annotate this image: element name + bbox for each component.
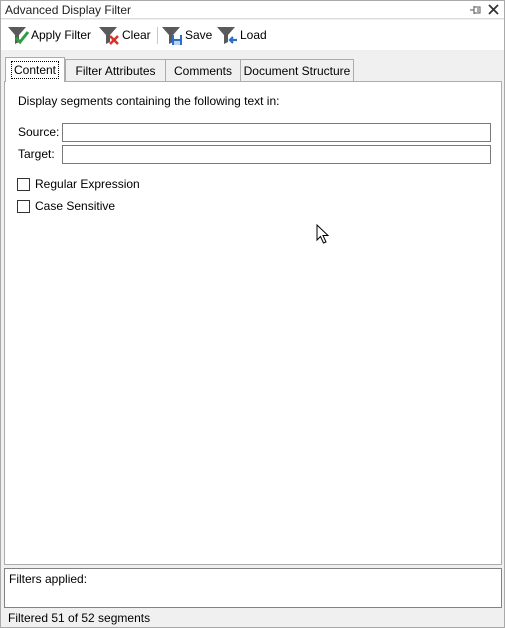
filter-clear-icon — [99, 27, 119, 45]
regex-label: Regular Expression — [35, 177, 140, 191]
tab-content-label: Content — [10, 61, 60, 79]
tab-comments[interactable]: Comments — [165, 59, 241, 82]
filters-applied-box: Filters applied: — [4, 568, 502, 608]
tab-content[interactable]: Content — [5, 57, 65, 82]
window-title: Advanced Display Filter — [5, 3, 132, 17]
case-sensitive-checkbox[interactable] — [17, 199, 30, 213]
intro-text: Display segments containing the followin… — [18, 94, 280, 108]
load-label: Load — [240, 28, 267, 42]
regex-checkbox[interactable] — [17, 177, 30, 191]
regex-option[interactable]: Regular Expression — [17, 177, 140, 191]
pin-icon[interactable] — [469, 4, 483, 16]
apply-filter-button[interactable]: Apply Filter — [7, 24, 91, 46]
load-button[interactable]: Load — [216, 24, 267, 46]
case-sensitive-label: Case Sensitive — [35, 199, 116, 213]
clear-button[interactable]: Clear — [98, 24, 151, 46]
toolbar: Apply Filter Clear Save Load — [1, 20, 504, 50]
tab-filter-attributes-label: Filter Attributes — [75, 64, 156, 78]
source-input[interactable] — [62, 123, 491, 142]
mouse-pointer-icon — [316, 224, 330, 244]
tab-strip: Content Filter Attributes Comments Docum… — [4, 57, 502, 82]
case-sensitive-option[interactable]: Case Sensitive — [17, 199, 115, 213]
content-panel: Display segments containing the followin… — [4, 81, 502, 565]
clear-label: Clear — [122, 28, 151, 42]
tab-document-structure-label: Document Structure — [243, 64, 351, 78]
save-label: Save — [185, 28, 213, 42]
tab-document-structure[interactable]: Document Structure — [240, 59, 354, 82]
apply-filter-label: Apply Filter — [31, 28, 92, 42]
source-label: Source: — [18, 125, 60, 139]
target-label: Target: — [18, 147, 55, 161]
target-input[interactable] — [62, 145, 491, 164]
filter-apply-icon — [8, 27, 29, 45]
close-icon[interactable] — [487, 3, 500, 16]
toolbar-separator — [157, 27, 158, 44]
tab-filter-attributes[interactable]: Filter Attributes — [65, 59, 166, 82]
title-bar: Advanced Display Filter — [1, 1, 504, 19]
filter-load-icon — [217, 27, 237, 44]
filter-save-icon — [162, 27, 182, 45]
status-text: Filtered 51 of 52 segments — [8, 611, 151, 625]
filters-applied-label: Filters applied: — [9, 572, 88, 586]
save-button[interactable]: Save — [161, 24, 212, 46]
tab-comments-label: Comments — [173, 64, 232, 78]
advanced-display-filter-window: Advanced Display Filter Apply Filter Cle… — [0, 0, 505, 628]
